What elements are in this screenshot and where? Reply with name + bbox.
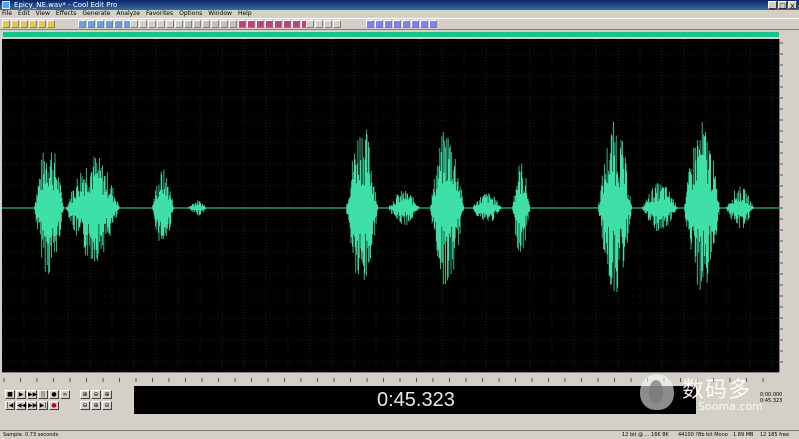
waveform-display[interactable]: [2, 39, 779, 372]
fast-forward-button[interactable]: ▶▶: [27, 401, 37, 410]
transport-controls: ■ ▶ ▶▶ || ● ∞ |◀ ◀◀ ▶▶ ▶| ● ⊕ ⊖ ⊕ ⊖ ⊕ ⊖: [2, 386, 130, 414]
window-title: Epicy_NE.wav* - Cool Edit Pro: [14, 1, 118, 9]
maximize-button[interactable]: □: [778, 1, 787, 10]
go-to-start-button[interactable]: |◀: [5, 401, 15, 410]
toolbar-button[interactable]: [256, 20, 264, 28]
toolbar-button[interactable]: [292, 20, 300, 28]
play-button[interactable]: ▶: [16, 390, 26, 399]
record-button-2[interactable]: ●: [49, 401, 59, 410]
menu-generate[interactable]: Generate: [82, 10, 110, 18]
status-free: 12 185 free: [760, 432, 789, 438]
toolbar-button[interactable]: [96, 20, 104, 28]
menu-file[interactable]: File: [2, 10, 12, 18]
stop-button[interactable]: ■: [5, 390, 15, 399]
watermark-en: Sooma.com: [698, 400, 763, 413]
waveform-svg[interactable]: [2, 39, 779, 372]
status-message: Sample: 0.73 seconds: [3, 432, 59, 438]
menu-view[interactable]: View: [36, 10, 50, 18]
toolbar-button[interactable]: [157, 20, 165, 28]
toolbar-button[interactable]: [114, 20, 122, 28]
toolbar-button[interactable]: [247, 20, 255, 28]
loop-button[interactable]: ∞: [60, 390, 70, 399]
toolbar-button[interactable]: [229, 20, 237, 28]
menu-favorites[interactable]: Favorites: [146, 10, 173, 18]
menu-effects[interactable]: Effects: [56, 10, 76, 18]
close-button[interactable]: x: [788, 1, 797, 10]
zoom-selection-button[interactable]: ⊖: [102, 401, 112, 410]
status-bar: Sample: 0.73 seconds 12 bit @ ... 16K 8K…: [0, 430, 799, 439]
toolbar-button[interactable]: [265, 20, 273, 28]
menu-window[interactable]: Window: [208, 10, 232, 18]
toolbar: [0, 18, 799, 30]
status-size: 1.89 MB: [733, 432, 754, 438]
rewind-button[interactable]: ◀◀: [16, 401, 26, 410]
toolbar-button[interactable]: [393, 20, 401, 28]
amplitude-ruler: [779, 39, 799, 372]
toolbar-button[interactable]: [2, 20, 10, 28]
toolbar-button[interactable]: [366, 20, 374, 28]
toolbar-button[interactable]: [139, 20, 147, 28]
toolbar-button[interactable]: [47, 20, 55, 28]
waveform-path: [34, 121, 754, 293]
menu-analyze[interactable]: Analyze: [116, 10, 140, 18]
toolbar-button[interactable]: [193, 20, 201, 28]
zoom-full-button[interactable]: ⊕: [102, 390, 112, 399]
go-to-end-button[interactable]: ▶|: [38, 401, 48, 410]
toolbar-button[interactable]: [429, 20, 437, 28]
toolbar-button[interactable]: [211, 20, 219, 28]
menu-help[interactable]: Help: [238, 10, 252, 18]
menu-bar: File Edit View Effects Generate Analyze …: [0, 10, 799, 18]
time-display: 0:45.323: [134, 386, 696, 414]
pause-button[interactable]: ||: [38, 390, 48, 399]
toolbar-button[interactable]: [105, 20, 113, 28]
toolbar-button[interactable]: [402, 20, 410, 28]
toolbar-button[interactable]: [148, 20, 156, 28]
toolbar-button[interactable]: [411, 20, 419, 28]
toolbar-button[interactable]: [166, 20, 174, 28]
zoom-in-h-button[interactable]: ⊕: [80, 390, 90, 399]
amplitude-ruler-svg: [780, 42, 783, 363]
overview-bar[interactable]: [3, 32, 779, 37]
toolbar-button[interactable]: [306, 20, 314, 28]
zoom-out-v-button[interactable]: ⊕: [91, 401, 101, 410]
toolbar-button[interactable]: [202, 20, 210, 28]
title-bar: Epicy_NE.wav* - Cool Edit Pro _ □ x: [0, 0, 799, 10]
current-time: 0:45.323: [377, 389, 455, 411]
toolbar-button[interactable]: [274, 20, 282, 28]
toolbar-button[interactable]: [130, 20, 138, 28]
toolbar-button[interactable]: [238, 20, 246, 28]
toolbar-button[interactable]: [315, 20, 323, 28]
status-rate: 12 bit @ ... 16K 8K: [622, 432, 669, 438]
toolbar-button[interactable]: [375, 20, 383, 28]
play-to-end-button[interactable]: ▶▶: [27, 390, 37, 399]
toolbar-button[interactable]: [38, 20, 46, 28]
toolbar-button[interactable]: [29, 20, 37, 28]
toolbar-button[interactable]: [283, 20, 291, 28]
menu-edit[interactable]: Edit: [18, 10, 30, 18]
toolbar-button[interactable]: [87, 20, 95, 28]
record-button[interactable]: ●: [49, 390, 59, 399]
toolbar-button[interactable]: [175, 20, 183, 28]
watermark-logo-icon: [640, 374, 674, 410]
zoom-in-v-button[interactable]: ⊖: [80, 401, 90, 410]
toolbar-button[interactable]: [384, 20, 392, 28]
toolbar-button[interactable]: [333, 20, 341, 28]
watermark: 数码多 Sooma.com: [640, 370, 790, 418]
toolbar-button[interactable]: [324, 20, 332, 28]
zoom-out-h-button[interactable]: ⊖: [91, 390, 101, 399]
toolbar-button[interactable]: [20, 20, 28, 28]
toolbar-button[interactable]: [420, 20, 428, 28]
toolbar-button[interactable]: [11, 20, 19, 28]
toolbar-button[interactable]: [184, 20, 192, 28]
minimize-button[interactable]: _: [768, 1, 777, 10]
toolbar-button[interactable]: [220, 20, 228, 28]
status-format: 44100 ?8b bit Mono: [678, 432, 728, 438]
app-icon: [2, 1, 10, 9]
menu-options[interactable]: Options: [179, 10, 202, 18]
toolbar-button[interactable]: [78, 20, 86, 28]
